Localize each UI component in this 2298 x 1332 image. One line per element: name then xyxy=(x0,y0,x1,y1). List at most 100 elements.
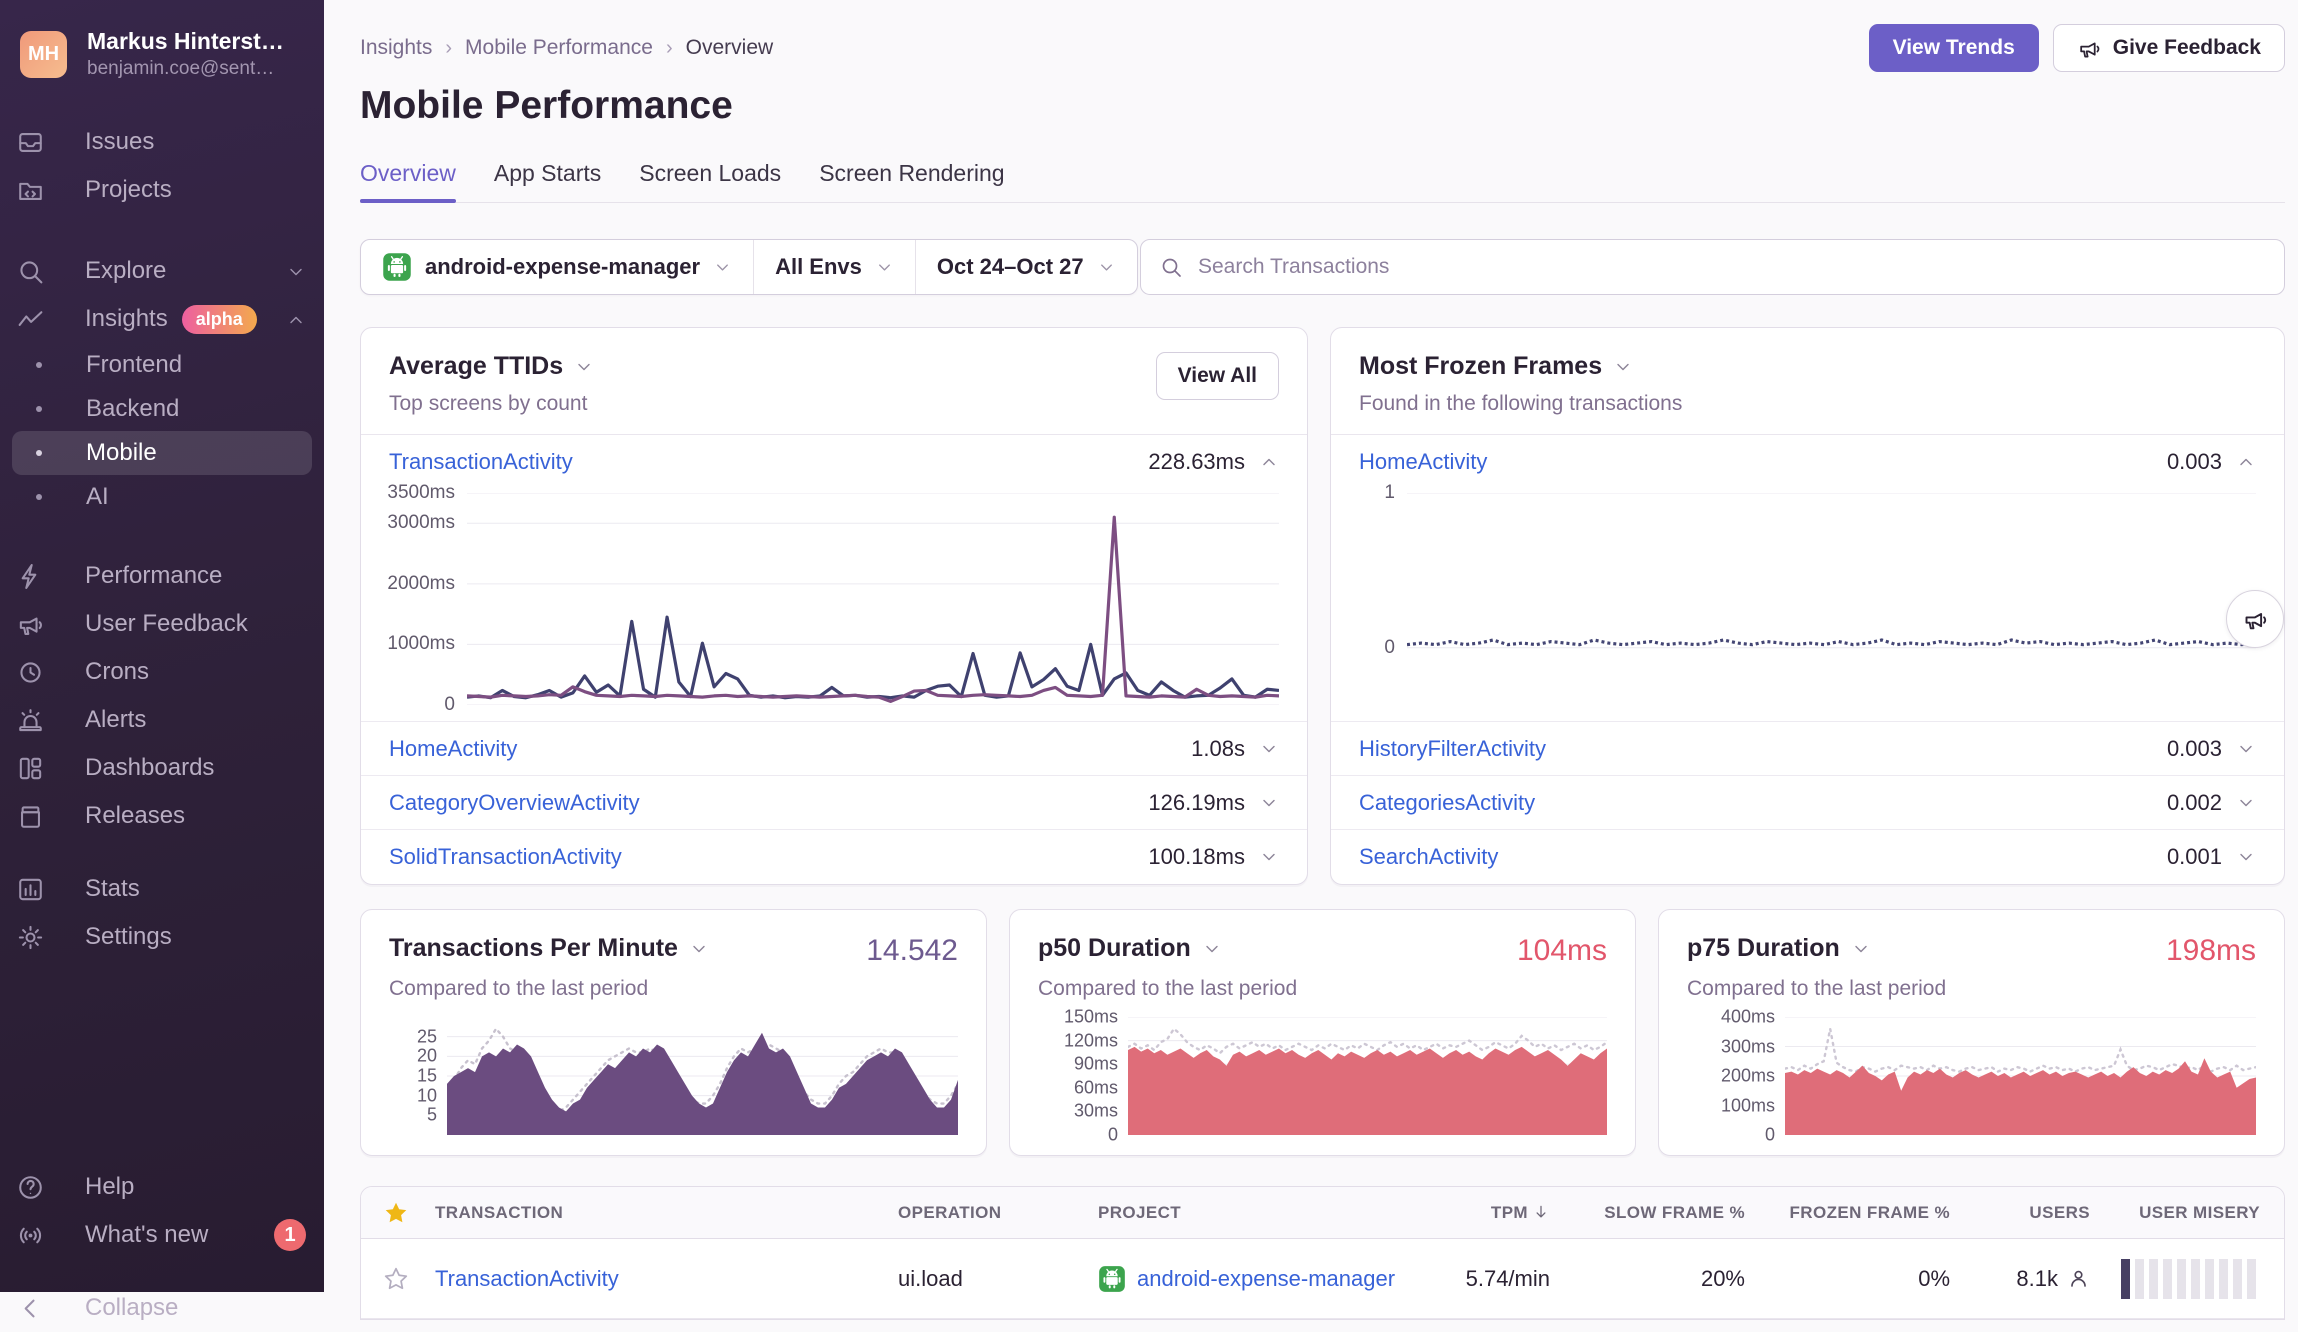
card-title: p50 Duration xyxy=(1038,934,1191,963)
transaction-link[interactable]: HomeActivity xyxy=(1359,449,1487,475)
p50-duration-card: p50 Duration 104ms Compared to the last … xyxy=(1009,909,1636,1156)
breadcrumb-mobile-performance[interactable]: Mobile Performance xyxy=(465,36,653,60)
sidebar-item-projects[interactable]: Projects xyxy=(0,166,324,214)
sidebar-item-alerts[interactable]: Alerts xyxy=(0,696,324,744)
sidebar-item-ai[interactable]: AI xyxy=(12,475,312,519)
chevron-down-icon xyxy=(713,258,732,277)
column-header-project[interactable]: PROJECT xyxy=(1094,1203,1424,1223)
transactions-table: TRANSACTION OPERATION PROJECT TPM SLOW F… xyxy=(360,1186,2285,1320)
tab-screen-loads[interactable]: Screen Loads xyxy=(639,160,781,202)
bullet-icon xyxy=(36,362,42,368)
transaction-link[interactable]: HomeActivity xyxy=(389,736,517,762)
sidebar-item-frontend[interactable]: Frontend xyxy=(12,343,312,387)
search-bar xyxy=(1140,239,2285,295)
sidebar-item-label: Insights xyxy=(85,305,168,333)
page-title: Mobile Performance xyxy=(360,84,2285,128)
star-cell[interactable] xyxy=(361,1265,431,1292)
bullet-icon xyxy=(36,406,42,412)
view-trends-button[interactable]: View Trends xyxy=(1869,24,2039,72)
chevron-right-icon: › xyxy=(445,37,452,60)
sidebar-item-label: Crons xyxy=(85,658,149,686)
bullet-icon xyxy=(36,450,42,456)
project-filter[interactable]: android-expense-manager xyxy=(361,240,753,294)
transaction-link[interactable]: HistoryFilterActivity xyxy=(1359,736,1546,762)
frozen-row-historyfilteractivity: HistoryFilterActivity 0.003 xyxy=(1331,722,2284,776)
transaction-link[interactable]: TransactionActivity xyxy=(389,449,573,475)
tab-app-starts[interactable]: App Starts xyxy=(494,160,601,202)
bullet-icon xyxy=(36,494,42,500)
sidebar-item-mobile[interactable]: Mobile xyxy=(12,431,312,475)
column-header-users[interactable]: USERS xyxy=(1954,1203,2094,1223)
star-column-header[interactable] xyxy=(361,1200,431,1226)
environment-filter-value: All Envs xyxy=(775,254,862,280)
p50-title-select[interactable]: p50 Duration xyxy=(1038,934,1222,963)
chevron-down-icon[interactable] xyxy=(2236,793,2256,813)
sidebar-item-whats-new[interactable]: What's new 1 xyxy=(0,1211,324,1259)
operation-cell: ui.load xyxy=(894,1266,1094,1292)
transaction-link[interactable]: SearchActivity xyxy=(1359,844,1498,870)
column-header-operation[interactable]: OPERATION xyxy=(894,1203,1094,1223)
clock-icon xyxy=(16,658,45,687)
chevron-down-icon xyxy=(1613,357,1633,377)
sidebar-item-user-feedback[interactable]: User Feedback xyxy=(0,600,324,648)
sidebar-nav: Issues Projects Explore Insights alpha F… xyxy=(0,118,324,961)
transaction-link[interactable]: SolidTransactionActivity xyxy=(389,844,622,870)
chevron-down-icon[interactable] xyxy=(1259,847,1279,867)
sidebar-item-insights[interactable]: Insights alpha xyxy=(0,295,324,343)
date-range-filter[interactable]: Oct 24–Oct 27 xyxy=(915,240,1137,294)
column-label: TPM xyxy=(1491,1203,1528,1222)
tab-overview[interactable]: Overview xyxy=(360,160,456,202)
row-value: 0.001 xyxy=(2167,844,2222,870)
p50-value: 104ms xyxy=(1517,934,1607,968)
help-icon xyxy=(16,1173,45,1202)
project-link[interactable]: android-expense-manager xyxy=(1137,1266,1395,1292)
sidebar-item-backend[interactable]: Backend xyxy=(12,387,312,431)
tab-screen-rendering[interactable]: Screen Rendering xyxy=(819,160,1004,202)
sidebar-item-issues[interactable]: Issues xyxy=(0,118,324,166)
sidebar-collapse-button[interactable]: Collapse xyxy=(0,1284,324,1332)
user-misery-cell xyxy=(2094,1259,2284,1299)
transaction-link[interactable]: CategoryOverviewActivity xyxy=(389,790,640,816)
column-header-user-misery[interactable]: USER MISERY xyxy=(2094,1203,2284,1223)
transaction-link[interactable]: CategoriesActivity xyxy=(1359,790,1535,816)
box-icon xyxy=(16,802,45,831)
average-ttids-title-select[interactable]: Average TTIDs xyxy=(389,352,594,381)
chevron-up-icon[interactable] xyxy=(2236,452,2256,472)
column-header-transaction[interactable]: TRANSACTION xyxy=(431,1203,894,1223)
row-value: 1.08s xyxy=(1191,736,1245,762)
sidebar-item-help[interactable]: Help xyxy=(0,1163,324,1211)
sidebar-item-crons[interactable]: Crons xyxy=(0,648,324,696)
chevron-down-icon[interactable] xyxy=(2236,739,2256,759)
dashboard-icon xyxy=(16,754,45,783)
chevron-up-icon[interactable] xyxy=(1259,452,1279,472)
chevron-down-icon[interactable] xyxy=(1259,739,1279,759)
tab-bar: Overview App Starts Screen Loads Screen … xyxy=(360,160,2285,203)
sidebar-item-stats[interactable]: Stats xyxy=(0,865,324,913)
give-feedback-button[interactable]: Give Feedback xyxy=(2053,24,2285,72)
column-header-frozen-frame[interactable]: FROZEN FRAME % xyxy=(1749,1203,1954,1223)
chevron-down-icon[interactable] xyxy=(2236,847,2256,867)
user-name: Markus Hinterst… xyxy=(87,28,284,55)
star-filled-icon xyxy=(383,1200,409,1226)
sidebar-item-settings[interactable]: Settings xyxy=(0,913,324,961)
column-header-slow-frame[interactable]: SLOW FRAME % xyxy=(1554,1203,1749,1223)
average-ttids-panel: Average TTIDs Top screens by count View … xyxy=(360,327,1308,885)
sidebar-item-dashboards[interactable]: Dashboards xyxy=(0,744,324,792)
chevron-down-icon[interactable] xyxy=(1259,793,1279,813)
p75-title-select[interactable]: p75 Duration xyxy=(1687,934,1871,963)
environment-filter[interactable]: All Envs xyxy=(753,240,915,294)
sidebar-item-performance[interactable]: Performance xyxy=(0,552,324,600)
floating-feedback-button[interactable] xyxy=(2226,590,2284,648)
most-frozen-frames-title-select[interactable]: Most Frozen Frames xyxy=(1359,352,1682,381)
search-input[interactable] xyxy=(1196,254,2266,280)
sidebar-item-explore[interactable]: Explore xyxy=(0,247,324,295)
sidebar-item-releases[interactable]: Releases xyxy=(0,792,324,840)
tpm-title-select[interactable]: Transactions Per Minute xyxy=(389,934,709,963)
project-cell: android-expense-manager xyxy=(1094,1265,1424,1293)
user-menu[interactable]: MH Markus Hinterst… benjamin.coe@sent… xyxy=(0,0,324,80)
column-header-tpm[interactable]: TPM xyxy=(1424,1203,1554,1223)
view-all-button[interactable]: View All xyxy=(1156,352,1279,400)
breadcrumb-insights[interactable]: Insights xyxy=(360,36,432,60)
transaction-link[interactable]: TransactionActivity xyxy=(435,1266,619,1291)
panel-title: Most Frozen Frames xyxy=(1359,352,1602,381)
